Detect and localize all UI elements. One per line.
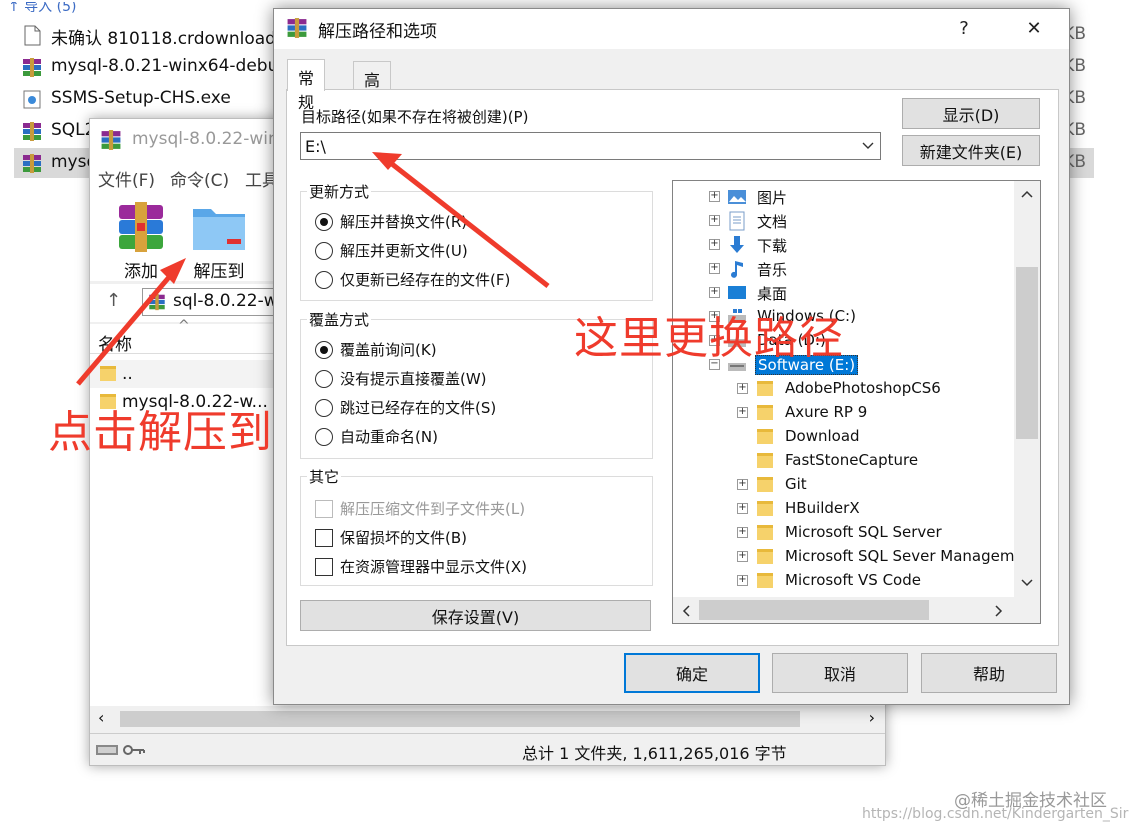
watermark-url: https://blog.csdn.net/Kindergarten_Sir — [862, 806, 1129, 822]
arrow-to-extract — [76, 258, 186, 386]
annotation-click-extract: 点击解压到 — [48, 407, 273, 458]
annotation-change-path: 这里更换路径 — [574, 313, 844, 364]
tab-general[interactable]: 常规 — [287, 59, 326, 112]
arrow-to-path — [372, 152, 550, 288]
